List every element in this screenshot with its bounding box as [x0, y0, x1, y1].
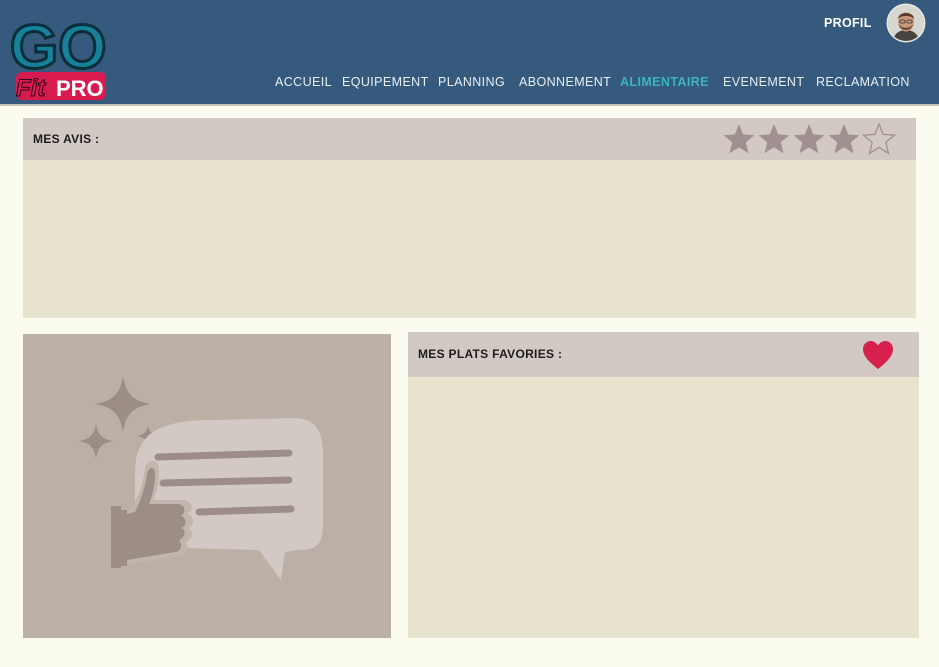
user-avatar-icon	[888, 5, 924, 41]
user-avatar[interactable]	[888, 5, 924, 41]
main-nav: ACCUEIL EQUIPEMENT PLANNING ABONNEMENT A…	[0, 75, 939, 91]
star-icon[interactable]	[792, 122, 826, 156]
nav-equipement[interactable]: EQUIPEMENT	[342, 75, 429, 89]
logo-text-top: GO	[10, 13, 106, 82]
favorites-title: MES PLATS FAVORIES :	[418, 347, 563, 361]
nav-evenement[interactable]: EVENEMENT	[723, 75, 804, 89]
nav-alimentaire[interactable]: ALIMENTAIRE	[620, 75, 709, 89]
nav-planning[interactable]: PLANNING	[438, 75, 505, 89]
reviews-title: MES AVIS :	[33, 132, 100, 146]
favorites-content	[408, 377, 919, 638]
star-icon[interactable]	[827, 122, 861, 156]
nav-abonnement[interactable]: ABONNEMENT	[519, 75, 611, 89]
nav-accueil[interactable]: ACCUEIL	[275, 75, 332, 89]
star-icon[interactable]	[757, 122, 791, 156]
review-illustration	[23, 334, 391, 638]
thumbs-up-review-icon	[79, 376, 323, 580]
profile-link[interactable]: PROFIL	[824, 16, 872, 30]
heart-icon[interactable]	[861, 339, 895, 371]
star-icon[interactable]	[722, 122, 756, 156]
rating-stars[interactable]	[722, 122, 898, 156]
reviews-content	[23, 160, 916, 318]
star-outline-icon[interactable]	[862, 122, 896, 156]
nav-reclamation[interactable]: RECLAMATION	[816, 75, 910, 89]
top-bar: GO Fit PRO PROFIL ACCUEIL EQUIPEMENT PLA…	[0, 0, 939, 106]
